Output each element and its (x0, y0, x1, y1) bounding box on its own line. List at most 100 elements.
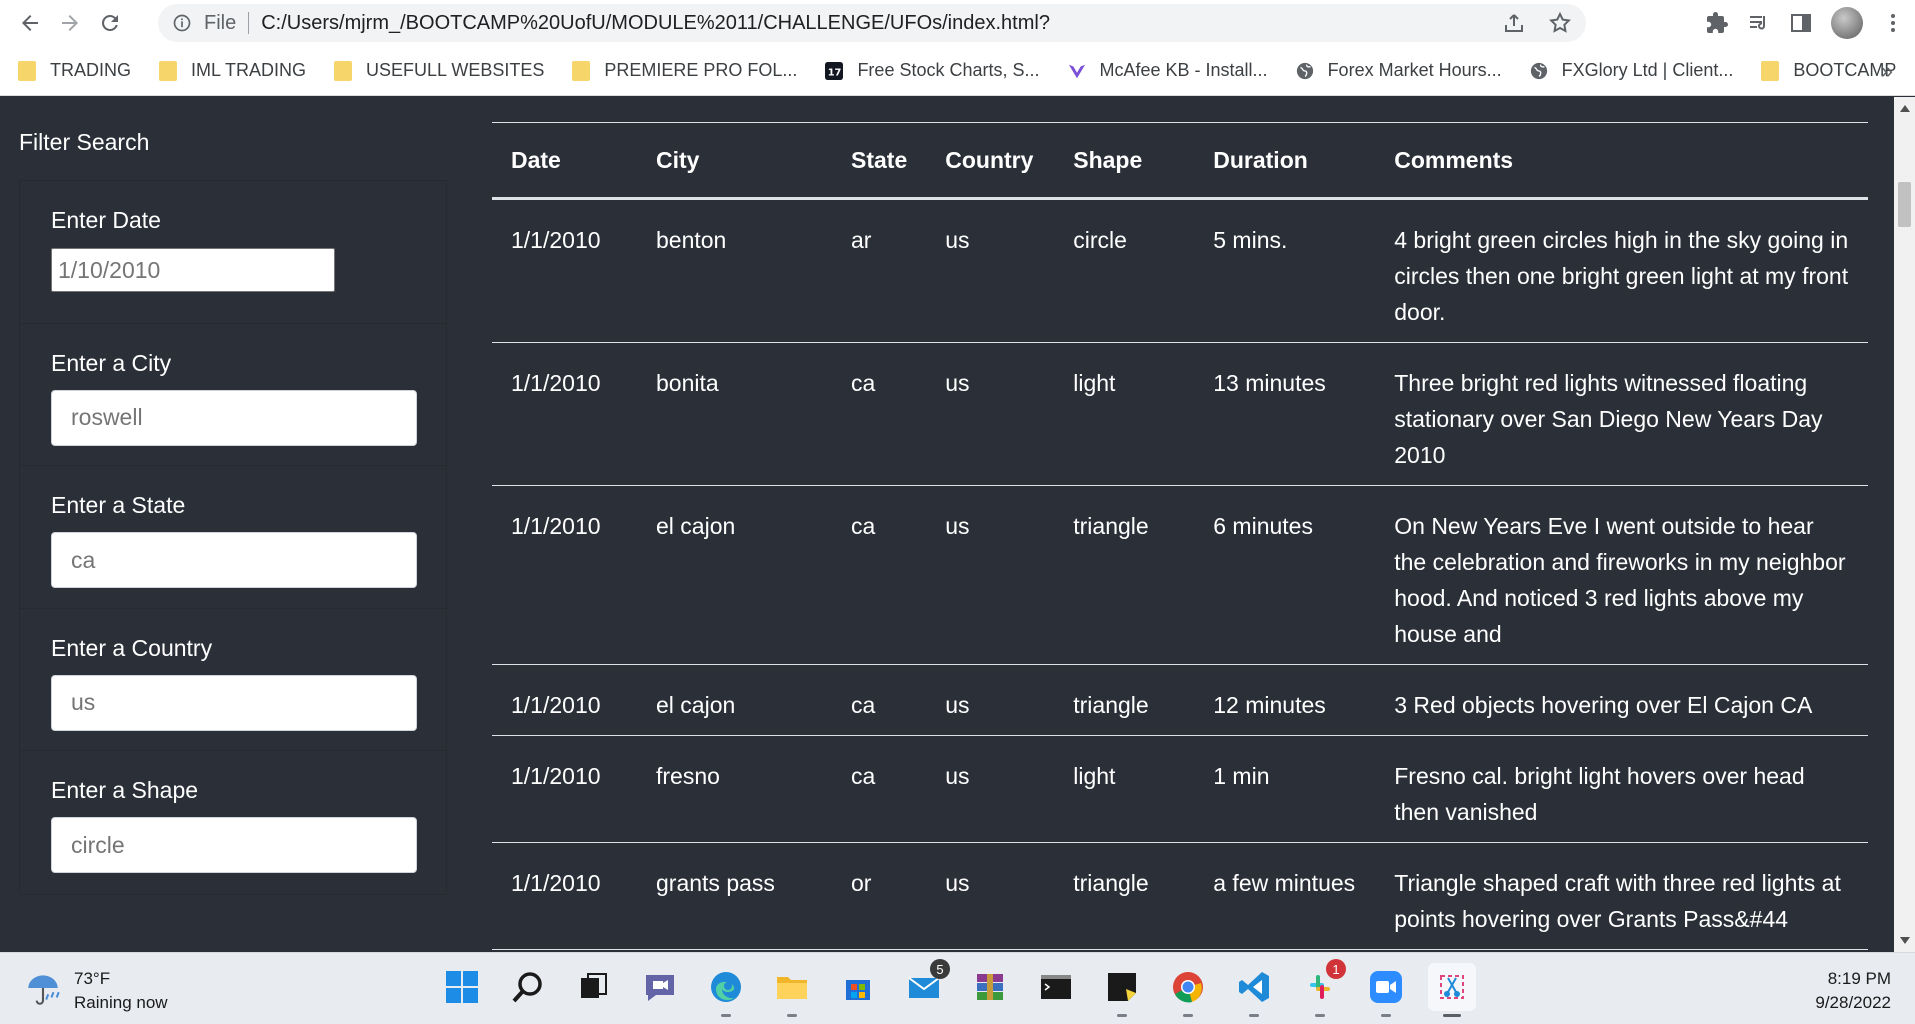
search-button[interactable] (504, 963, 552, 1011)
state-label: Enter a State (51, 492, 186, 518)
page-content: Filter Search Enter Date Enter a City En… (0, 97, 1894, 952)
bookmark-free-stock-charts[interactable]: 17 Free Stock Charts, S... (825, 60, 1040, 81)
file-explorer-button[interactable] (768, 963, 816, 1017)
sticky-notes-button[interactable] (1098, 963, 1146, 1017)
bookmark-forex-market-hours[interactable]: Forex Market Hours... (1296, 60, 1502, 81)
cell-duration: 1 min (1194, 735, 1376, 843)
browser-toolbar: File C:/Users/mjrm_/BOOTCAMP%20UofU/MODU… (0, 0, 1915, 46)
bookmark-label: IML TRADING (191, 60, 307, 80)
task-view-icon (581, 973, 607, 998)
terminal-icon (1041, 975, 1071, 999)
filter-item-city: Enter a City (20, 323, 446, 466)
snipping-tool-button[interactable] (1428, 963, 1476, 1017)
running-indicator (1381, 1014, 1391, 1017)
chrome-button[interactable] (1164, 963, 1212, 1017)
extensions-icon[interactable] (1705, 11, 1729, 35)
table-row: 1/1/2010 fresno ca us light 1 min Fresno… (492, 735, 1868, 843)
start-button[interactable] (438, 963, 486, 1011)
windows-logo-icon (446, 971, 478, 1003)
system-clock[interactable]: 8:19 PM 9/28/2022 (1815, 967, 1891, 1015)
bookmark-label: USEFULL WEBSITES (366, 60, 545, 80)
profile-avatar[interactable] (1831, 7, 1863, 39)
header-duration: Duration (1194, 122, 1376, 200)
cell-comments: On New Years Eve I went outside to hear … (1375, 485, 1868, 665)
back-button[interactable] (12, 5, 48, 41)
state-input[interactable] (51, 532, 417, 588)
cell-city: benton (637, 198, 832, 343)
filter-item-date: Enter Date (20, 181, 446, 324)
scroll-up-icon[interactable] (1900, 105, 1910, 112)
bookmark-trading[interactable]: TRADING (18, 60, 131, 81)
reload-button[interactable] (92, 5, 128, 41)
cell-duration: 13 minutes (1194, 342, 1376, 486)
cell-country: us (926, 485, 1055, 665)
header-shape: Shape (1054, 122, 1195, 200)
filter-item-state: Enter a State (20, 466, 446, 609)
arrow-left-icon (22, 15, 38, 31)
zoom-button[interactable] (1362, 963, 1410, 1017)
running-indicator (1443, 1014, 1461, 1017)
winrar-icon (977, 974, 1003, 1000)
table-row: 1/1/2010 el cajon ca us triangle 6 minut… (492, 485, 1868, 665)
cell-state: ca (832, 664, 927, 736)
vscode-button[interactable] (1230, 963, 1278, 1017)
bookmark-label: Free Stock Charts, S... (857, 60, 1040, 80)
bookmark-mcafee-kb[interactable]: McAfee KB - Install... (1068, 60, 1268, 81)
terminal-button[interactable] (1032, 963, 1080, 1011)
mail-button[interactable]: 5 (900, 959, 950, 1011)
shape-input[interactable] (51, 817, 417, 873)
side-panel-icon[interactable] (1789, 11, 1813, 35)
info-icon[interactable] (172, 13, 192, 33)
date-input[interactable] (51, 248, 335, 292)
weather-widget[interactable]: 73°F Raining now (22, 967, 168, 1015)
bookmarks-overflow-button[interactable]: » (1881, 58, 1893, 84)
microsoft-store-button[interactable] (834, 963, 882, 1011)
ufo-table-container: Date City State Country Shape Duration C… (492, 122, 1868, 950)
edge-button[interactable] (702, 963, 750, 1017)
bookmark-usefull-websites[interactable]: USEFULL WEBSITES (334, 60, 544, 81)
country-label: Enter a Country (51, 634, 213, 661)
address-bar[interactable]: File C:/Users/mjrm_/BOOTCAMP%20UofU/MODU… (158, 4, 1586, 42)
scroll-down-icon[interactable] (1900, 937, 1910, 944)
search-icon (512, 972, 542, 1003)
kebab-menu-icon[interactable] (1881, 11, 1905, 35)
weather-desc: Raining now (74, 993, 168, 1012)
forward-button[interactable] (52, 5, 88, 41)
cell-state: ca (832, 735, 927, 843)
cell-country: us (926, 735, 1055, 843)
star-icon[interactable] (1548, 11, 1572, 35)
share-icon[interactable] (1502, 11, 1526, 35)
cell-date: 1/1/2010 (492, 198, 637, 343)
bookmark-bootcamp[interactable]: BOOTCAMP (1761, 60, 1896, 81)
cell-state: or (832, 842, 927, 950)
url-text[interactable]: C:/Users/mjrm_/BOOTCAMP%20UofU/MODULE%20… (261, 12, 1050, 35)
cell-city: grants pass (637, 842, 832, 950)
scroll-thumb[interactable] (1898, 182, 1911, 227)
cell-duration: 6 minutes (1194, 485, 1376, 665)
folder-icon (18, 60, 36, 81)
mcafee-icon (1068, 64, 1085, 78)
country-input[interactable] (51, 674, 417, 731)
filter-title: Filter Search (19, 129, 150, 155)
cell-country: us (926, 342, 1055, 486)
task-view-button[interactable] (570, 963, 618, 1011)
mail-badge: 5 (930, 959, 950, 979)
teams-chat-button[interactable] (636, 963, 684, 1011)
page-scrollbar[interactable] (1894, 97, 1915, 952)
city-input[interactable] (51, 389, 417, 446)
slack-badge: 1 (1326, 959, 1346, 979)
bookmark-label: FXGlory Ltd | Client... (1561, 60, 1734, 80)
cell-duration: 12 minutes (1194, 664, 1376, 736)
bookmark-iml-trading[interactable]: IML TRADING (159, 60, 306, 81)
date-label: Enter Date (51, 207, 161, 233)
filter-item-shape: Enter a Shape (20, 751, 446, 894)
bookmark-premiere-pro[interactable]: PREMIERE PRO FOL... (572, 60, 797, 81)
folder-icon (159, 60, 177, 81)
winrar-button[interactable] (966, 963, 1014, 1011)
reading-list-icon[interactable] (1747, 11, 1771, 35)
cell-state: ca (832, 342, 927, 486)
bookmark-fxglory[interactable]: FXGlory Ltd | Client... (1530, 60, 1734, 81)
filter-list: Enter Date Enter a City Enter a State En… (19, 180, 447, 895)
arrow-right-icon (62, 15, 78, 31)
slack-button[interactable]: 1 (1296, 959, 1346, 1017)
